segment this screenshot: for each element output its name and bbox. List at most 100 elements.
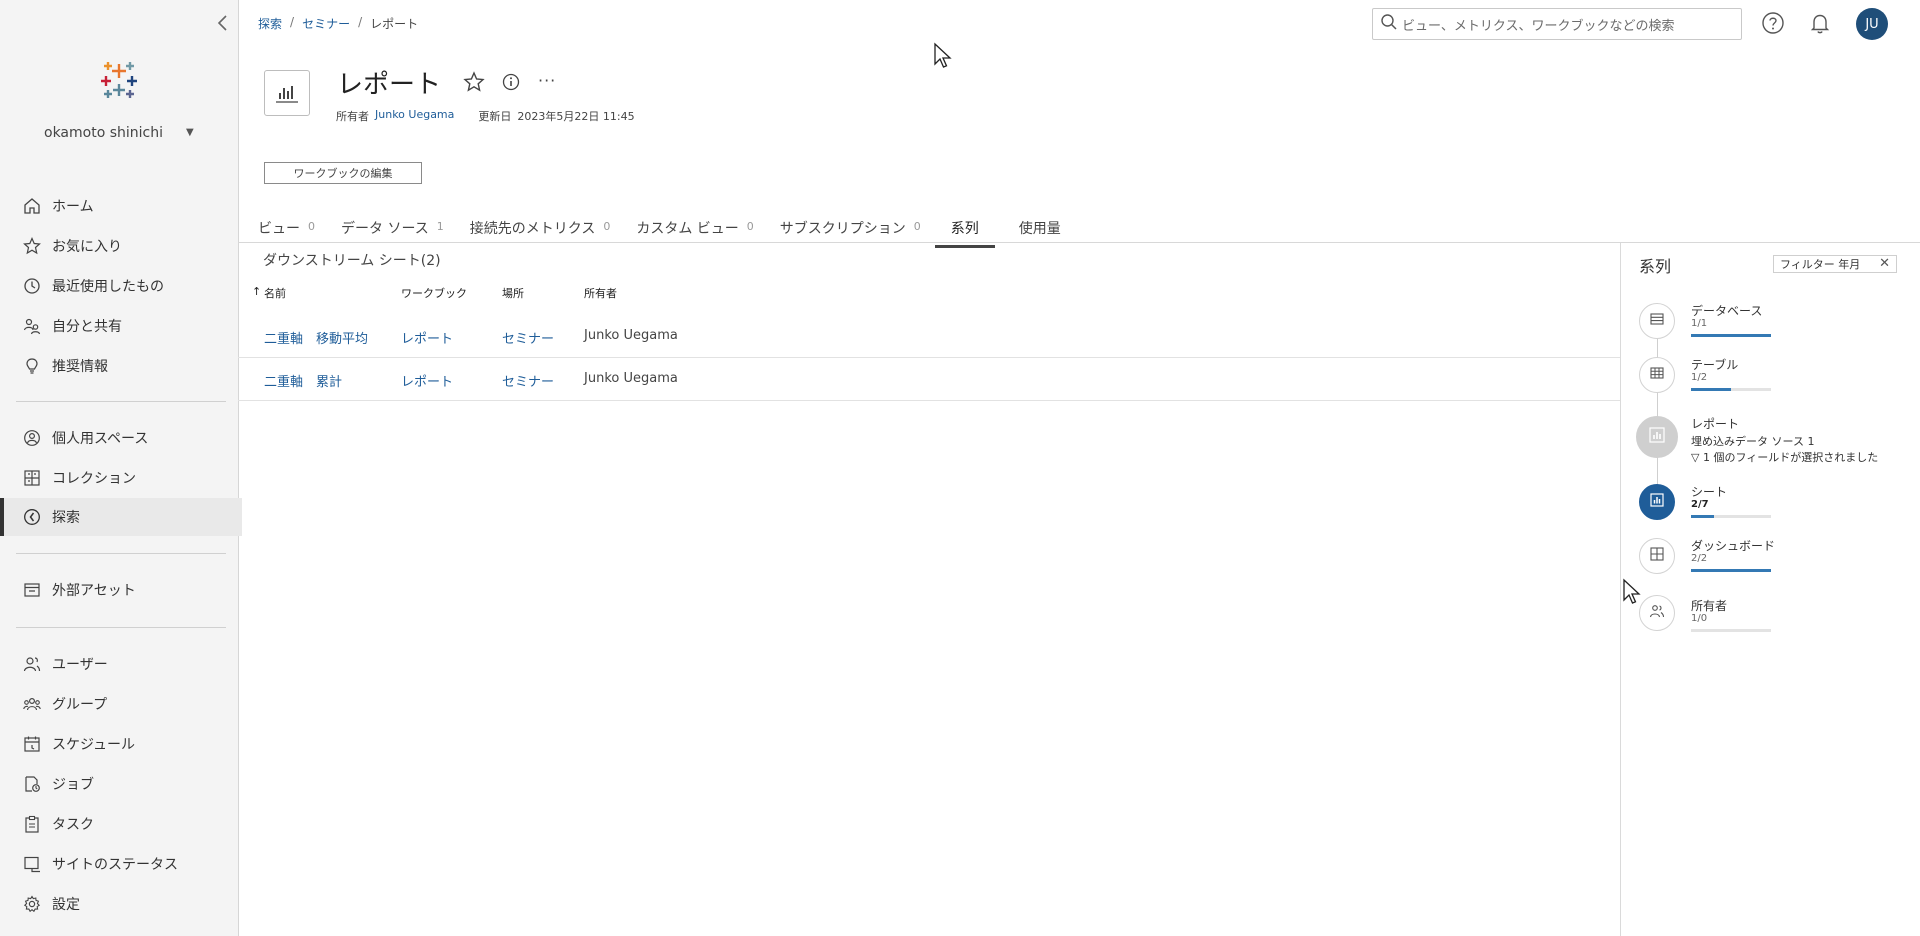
- updated-value: 2023年5月22日 11:45: [517, 110, 635, 123]
- home-icon: [22, 196, 42, 216]
- close-icon[interactable]: ✕: [1879, 256, 1890, 271]
- sidebar-item-recommendations[interactable]: 推奨情報: [0, 347, 238, 385]
- lineage-count: 1/0: [1691, 613, 1708, 624]
- lineage-node-sheet[interactable]: [1639, 484, 1675, 520]
- tab-lineage[interactable]: 系列: [934, 214, 995, 248]
- tab-custom-views[interactable]: カスタム ビュー 0: [636, 214, 753, 242]
- tab-label: ビュー: [258, 221, 300, 237]
- job-icon: [22, 774, 42, 794]
- search-icon: [1380, 13, 1402, 35]
- tab-bar: ビュー 0 データ ソース 1 接続先のメトリクス 0 カスタム ビュー 0 サブスクリ…: [258, 214, 1087, 248]
- lineage-progress: [1691, 334, 1771, 337]
- location-link[interactable]: セミナー: [502, 371, 554, 390]
- search-input[interactable]: ビュー、メトリクス、ワークブックなどの検索: [1372, 8, 1742, 40]
- notification-bell-icon[interactable]: [1808, 11, 1832, 39]
- lineage-label[interactable]: レポート: [1691, 415, 1739, 432]
- star-icon: [22, 236, 42, 256]
- sidebar-item-label: 探索: [52, 510, 80, 526]
- edit-workbook-button[interactable]: ワークブックの編集: [264, 162, 422, 184]
- owner-icon: [1649, 603, 1665, 623]
- sidebar-item-shared[interactable]: 自分と共有: [0, 307, 238, 345]
- user-name[interactable]: okamoto shinichi: [44, 125, 163, 141]
- tab-count: 0: [913, 220, 921, 233]
- sidebar-item-jobs[interactable]: ジョブ: [0, 765, 238, 803]
- tab-subscriptions[interactable]: サブスクリプション 0: [780, 214, 921, 242]
- lineage-label[interactable]: 所有者: [1691, 597, 1727, 614]
- sidebar-item-label: ジョブ: [52, 777, 94, 793]
- lineage-progress: [1691, 388, 1771, 391]
- avatar[interactable]: JU: [1856, 8, 1888, 40]
- tab-data-sources[interactable]: データ ソース 1: [341, 214, 444, 242]
- filter-chip[interactable]: フィルター 年月 ✕: [1773, 255, 1897, 273]
- sidebar-item-label: コレクション: [52, 471, 136, 487]
- favorite-star-icon[interactable]: [463, 71, 485, 97]
- breadcrumb-seminar[interactable]: セミナー: [302, 15, 350, 32]
- tab-usage[interactable]: 使用量: [1019, 214, 1061, 242]
- column-header-location[interactable]: 場所: [502, 285, 524, 301]
- sheet-icon: [1649, 492, 1665, 512]
- selected-field-filter[interactable]: ▽ 1 個のフィールドが選択されました: [1691, 449, 1878, 465]
- workbook-link[interactable]: レポート: [401, 328, 453, 347]
- lineage-count: 2/2: [1691, 553, 1708, 564]
- lineage-node-table[interactable]: [1639, 357, 1675, 393]
- updated-label: 更新日: [478, 110, 512, 123]
- lineage-label[interactable]: テーブル: [1691, 356, 1738, 373]
- sidebar-item-groups[interactable]: グループ: [0, 685, 238, 723]
- tableau-logo-icon[interactable]: [96, 56, 142, 102]
- sidebar-item-site-status[interactable]: サイトのステータス: [0, 845, 238, 883]
- user-menu-caret-icon[interactable]: ▼: [186, 127, 194, 138]
- help-icon[interactable]: [1761, 11, 1785, 39]
- tab-views[interactable]: ビュー 0: [258, 214, 315, 242]
- lineage-label[interactable]: ダッシュボード: [1691, 537, 1775, 554]
- lineage-label[interactable]: シート: [1691, 483, 1727, 500]
- column-header-owner[interactable]: 所有者: [584, 285, 617, 301]
- sidebar-item-label: 推奨情報: [52, 359, 108, 375]
- lineage-node-database[interactable]: [1639, 303, 1675, 339]
- sidebar-item-collections[interactable]: コレクション: [0, 459, 238, 497]
- lineage-node-workbook[interactable]: [1636, 416, 1678, 458]
- collapse-sidebar-icon[interactable]: [214, 12, 232, 34]
- table-row: 二重軸 移動平均 レポート セミナー Junko Uegama: [238, 314, 1620, 358]
- sort-ascending-icon[interactable]: ↑: [252, 285, 261, 298]
- clock-icon: [22, 276, 42, 296]
- tab-connected-metrics[interactable]: 接続先のメトリクス 0: [470, 214, 611, 242]
- sidebar-item-personal-space[interactable]: 個人用スペース: [0, 419, 238, 457]
- search-placeholder: ビュー、メトリクス、ワークブックなどの検索: [1402, 18, 1675, 34]
- sidebar-item-recent[interactable]: 最近使用したもの: [0, 267, 238, 305]
- sheet-name-link[interactable]: 二重軸 移動平均: [264, 328, 368, 347]
- sidebar-item-settings[interactable]: 設定: [0, 885, 238, 923]
- page-title: レポート: [337, 70, 442, 100]
- lineage-label[interactable]: データベース: [1691, 302, 1762, 319]
- sidebar-divider: [16, 553, 226, 554]
- breadcrumb-separator: /: [358, 15, 363, 29]
- owner-value[interactable]: Junko Uegama: [584, 371, 678, 386]
- lineage-node-owner[interactable]: [1639, 595, 1675, 631]
- sidebar-item-home[interactable]: ホーム: [0, 187, 238, 225]
- workbook-icon: [264, 70, 310, 116]
- sidebar-item-label: 設定: [52, 897, 80, 913]
- sidebar-item-tasks[interactable]: タスク: [0, 805, 238, 843]
- sidebar-item-schedules[interactable]: スケジュール: [0, 725, 238, 763]
- workbook-link[interactable]: レポート: [401, 371, 453, 390]
- lineage-node-dashboard[interactable]: [1639, 538, 1675, 574]
- info-icon[interactable]: [501, 72, 521, 96]
- sheet-name-link[interactable]: 二重軸 累計: [264, 371, 342, 390]
- more-options-icon[interactable]: ···: [538, 71, 556, 90]
- tab-count: 0: [308, 220, 315, 233]
- column-header-name[interactable]: 名前: [264, 285, 286, 301]
- sidebar-item-label: ユーザー: [52, 657, 108, 673]
- sidebar-item-users[interactable]: ユーザー: [0, 645, 238, 683]
- column-header-workbook[interactable]: ワークブック: [401, 285, 467, 301]
- sidebar-item-label: タスク: [52, 817, 94, 833]
- location-link[interactable]: セミナー: [502, 328, 554, 347]
- tab-label: データ ソース: [341, 221, 429, 237]
- person-circle-icon: [22, 428, 42, 448]
- sidebar-item-favorites[interactable]: お気に入り: [0, 227, 238, 265]
- site-status-icon: [22, 854, 42, 874]
- breadcrumb-explore[interactable]: 探索: [258, 15, 282, 32]
- tab-label: カスタム ビュー: [636, 221, 739, 237]
- owner-value[interactable]: Junko Uegama: [584, 328, 678, 343]
- owner-link[interactable]: Junko Uegama: [375, 108, 454, 124]
- sidebar-item-external-assets[interactable]: 外部アセット: [0, 571, 238, 609]
- sidebar-item-explore[interactable]: 探索: [0, 498, 242, 536]
